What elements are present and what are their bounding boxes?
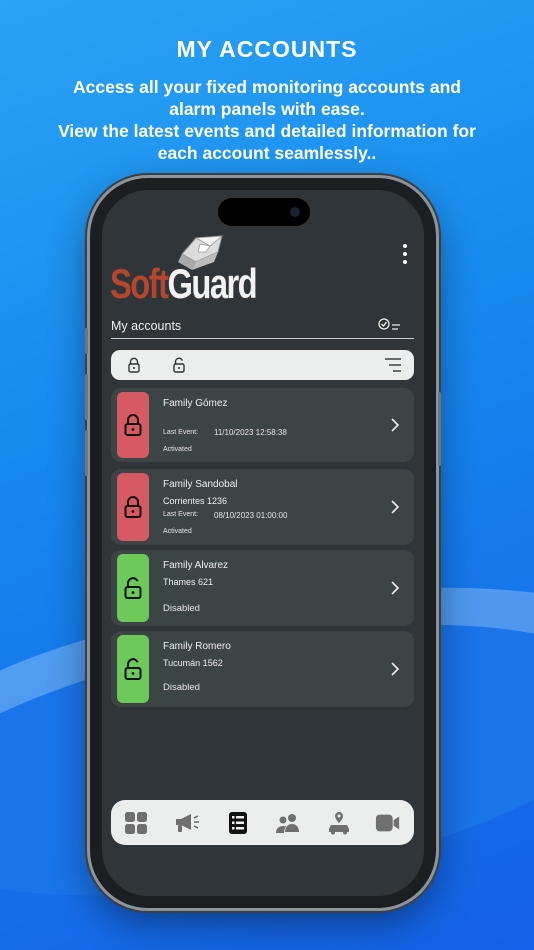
logo-soft: Soft (110, 260, 169, 307)
video-camera-icon[interactable] (375, 810, 401, 836)
lock-open-icon (117, 554, 149, 622)
page-title: My accounts (111, 319, 182, 333)
phone-frame: SoftGuard My accounts Family Gómez Last … (85, 178, 441, 908)
account-address: Tucumán 1562 (163, 658, 223, 668)
last-event-label: Last Event: (163, 429, 199, 436)
account-card[interactable]: Family Alvarez Thames 621 Disabled (111, 550, 414, 626)
lock-closed-icon (117, 473, 149, 541)
account-name: Family Alvarez (163, 560, 229, 571)
sort-lines-icon[interactable] (384, 357, 402, 378)
account-status: Activated (163, 446, 192, 453)
chevron-right-icon[interactable] (390, 417, 400, 438)
account-address: Thames 621 (163, 577, 214, 587)
promo-line: View the latest events and detailed info… (58, 121, 476, 141)
account-status: Activated (163, 528, 192, 535)
account-card[interactable]: Family Gómez Last Event: 11/10/2023 12:5… (111, 388, 414, 462)
megaphone-icon[interactable] (174, 810, 200, 836)
users-icon[interactable] (275, 810, 301, 836)
promo-line: each account seamlessly.. (157, 143, 377, 163)
filter-unlocked-icon[interactable] (172, 357, 186, 378)
lock-closed-icon (117, 392, 149, 458)
logo-guard: Guard (167, 260, 257, 307)
account-address: Corrientes 1236 (163, 496, 228, 506)
phone-volume-up (85, 374, 88, 420)
account-card[interactable]: Family Romero Tucumán 1562 Disabled (111, 631, 414, 707)
account-name: Family Gómez (163, 398, 228, 409)
page-header: My accounts (111, 316, 414, 339)
account-status: Disabled (163, 682, 200, 693)
accounts-list-icon[interactable] (225, 810, 251, 836)
dashboard-grid-icon[interactable] (123, 810, 149, 836)
promo-description: Access all your fixed monitoring account… (20, 76, 514, 164)
app-screen: SoftGuard My accounts Family Gómez Last … (102, 190, 424, 896)
last-event-value: 08/10/2023 01:00:00 (214, 511, 288, 520)
softguard-logo: SoftGuard (110, 232, 258, 312)
last-event-value: 11/10/2023 12:58:38 (214, 428, 287, 437)
filter-bar (111, 350, 414, 380)
promo-headline: MY ACCOUNTS (176, 36, 358, 62)
promo-line: alarm panels with ease. (169, 99, 365, 119)
chevron-right-icon[interactable] (390, 499, 400, 520)
lock-open-icon (117, 635, 149, 703)
bottom-nav (111, 800, 414, 845)
kebab-menu-icon[interactable] (402, 244, 408, 268)
filter-locked-icon[interactable] (127, 357, 141, 378)
account-card[interactable]: Family Sandobal Corrientes 1236 Last Eve… (111, 469, 414, 545)
promo-line: Access all your fixed monitoring account… (72, 77, 461, 97)
phone-power-button (438, 392, 441, 466)
account-status: Disabled (163, 603, 200, 614)
select-accounts-icon[interactable] (378, 318, 404, 337)
chevron-right-icon[interactable] (390, 661, 400, 682)
chevron-right-icon[interactable] (390, 580, 400, 601)
account-name: Family Sandobal (163, 479, 238, 490)
dynamic-island (218, 198, 310, 226)
last-event-label: Last Event: (163, 511, 199, 518)
vehicle-location-icon[interactable] (326, 810, 352, 836)
phone-volume-down (85, 430, 88, 476)
phone-mute-switch (85, 328, 88, 354)
account-name: Family Romero (163, 641, 231, 652)
